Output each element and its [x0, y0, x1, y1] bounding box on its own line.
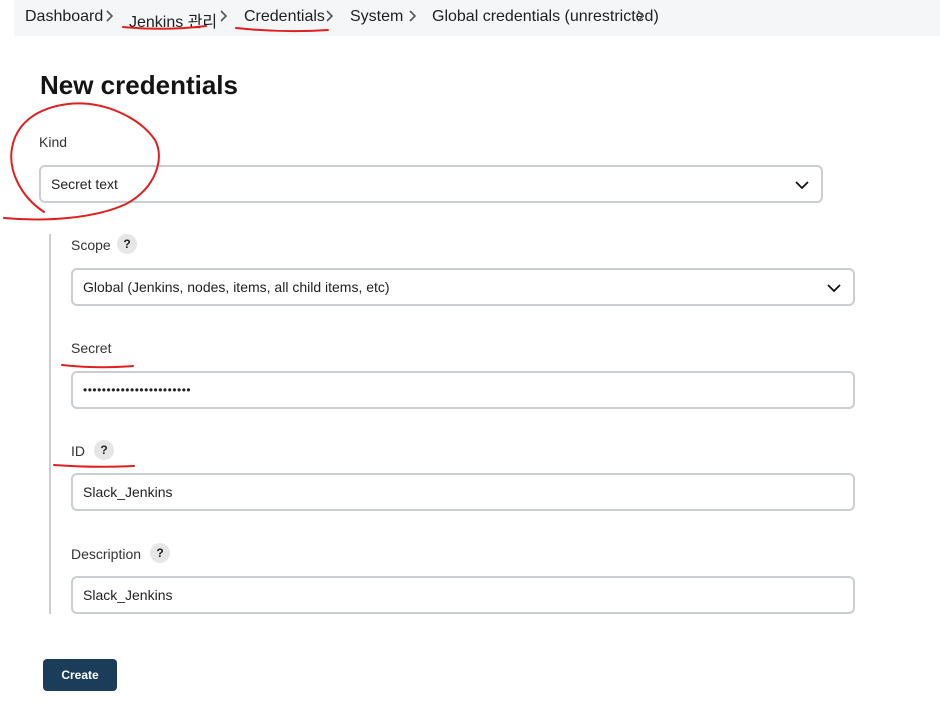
- breadcrumb-system[interactable]: System: [350, 8, 403, 26]
- scope-label: Scope: [71, 237, 111, 253]
- kind-select-value: Secret text: [51, 176, 118, 192]
- chevron-right-icon[interactable]: [634, 6, 648, 26]
- description-input[interactable]: Slack_Jenkins: [71, 576, 855, 614]
- breadcrumb-dashboard[interactable]: Dashboard: [25, 8, 103, 26]
- breadcrumb-jenkins-manage[interactable]: Jenkins 관리: [129, 8, 217, 32]
- id-label: ID: [71, 443, 85, 459]
- secret-input-value: •••••••••••••••••••••••: [83, 383, 192, 397]
- create-button[interactable]: Create: [43, 659, 117, 691]
- id-help-icon[interactable]: ?: [94, 440, 114, 460]
- underline-id: [53, 464, 135, 468]
- breadcrumb-credentials[interactable]: Credentials: [244, 8, 325, 26]
- secret-label: Secret: [71, 340, 112, 356]
- scope-help-icon[interactable]: ?: [117, 234, 137, 254]
- kind-select[interactable]: Secret text: [39, 165, 823, 203]
- page-title: New credentials: [40, 70, 238, 100]
- description-help-icon[interactable]: ?: [150, 543, 170, 563]
- id-input-value: Slack_Jenkins: [83, 484, 173, 500]
- description-label: Description: [71, 546, 142, 562]
- kind-label: Kind: [39, 134, 68, 150]
- secret-input[interactable]: •••••••••••••••••••••••: [71, 371, 855, 409]
- chevron-down-icon: [827, 281, 841, 297]
- chevron-right-icon: [217, 6, 231, 26]
- chevron-right-icon: [323, 6, 337, 26]
- breadcrumb-global-credentials[interactable]: Global credentials (unrestricted): [432, 8, 659, 26]
- scope-select-value: Global (Jenkins, nodes, items, all child…: [83, 279, 390, 295]
- chevron-down-icon: [795, 178, 809, 194]
- section-rail: [49, 234, 51, 614]
- scope-select[interactable]: Global (Jenkins, nodes, items, all child…: [71, 268, 855, 306]
- description-input-value: Slack_Jenkins: [83, 587, 173, 603]
- chevron-right-icon: [406, 6, 420, 26]
- chevron-right-icon: [103, 6, 117, 26]
- underline-secret: [61, 364, 134, 369]
- id-input[interactable]: Slack_Jenkins: [71, 473, 855, 511]
